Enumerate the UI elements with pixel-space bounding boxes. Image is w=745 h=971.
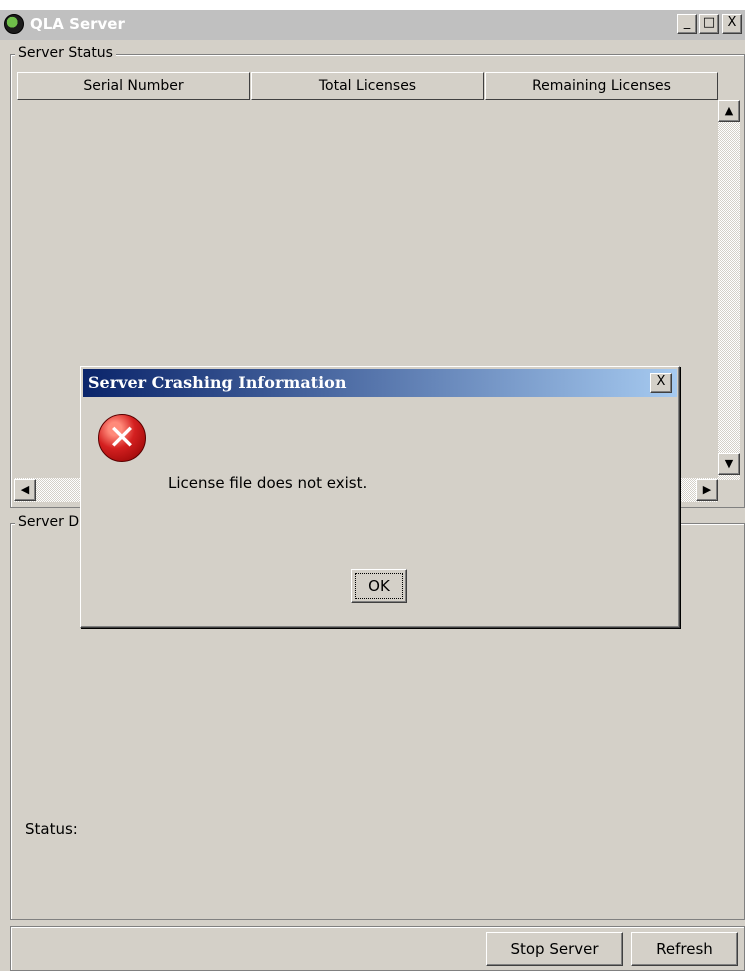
dialog-message: License file does not exist. [168,474,368,492]
dialog-close-button[interactable]: X [650,373,672,393]
minimize-button[interactable]: _ [677,14,697,34]
column-header-serial-number[interactable]: Serial Number [17,72,250,100]
scroll-left-icon[interactable]: ◀ [14,479,36,501]
stop-server-button[interactable]: Stop Server [486,932,623,966]
maximize-button[interactable]: □ [699,14,719,34]
vertical-scrollbar[interactable] [718,100,740,480]
app-globe-icon [4,14,24,34]
error-icon: ✕ [98,414,146,462]
scroll-right-icon[interactable]: ▶ [696,479,718,501]
dialog-title: Server Crashing Information [88,373,347,392]
status-label: Status: [25,820,78,838]
scroll-up-icon[interactable]: ▲ [718,100,740,122]
close-button[interactable]: X [722,14,742,34]
server-details-label: Server D [15,514,83,530]
scroll-down-icon[interactable]: ▼ [718,453,740,475]
server-status-label: Server Status [15,45,116,61]
window-title: QLA Server [30,15,125,33]
column-header-total-licenses[interactable]: Total Licenses [251,72,484,100]
column-header-remaining-licenses[interactable]: Remaining Licenses [485,72,718,100]
ok-button[interactable]: OK [351,569,407,603]
refresh-button[interactable]: Refresh [631,932,738,966]
